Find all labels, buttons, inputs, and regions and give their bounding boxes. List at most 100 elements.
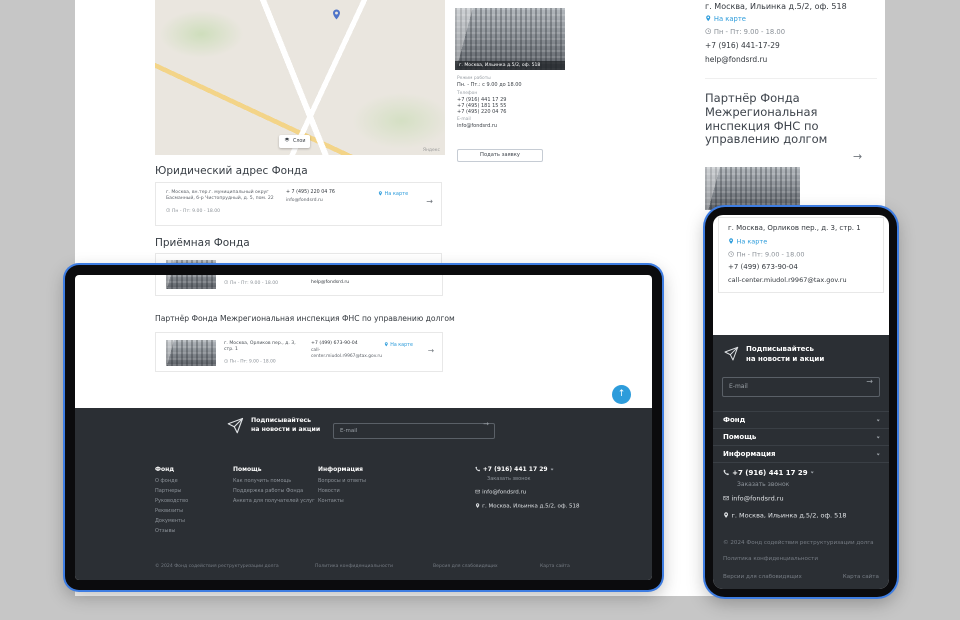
t-partner-map-link-label: На карте <box>390 343 413 348</box>
mcol-hours-row: Пн - Пт: 9.00 - 18.00 <box>705 28 785 36</box>
p-copyright: © 2024 Фонд содействия реструктуризации … <box>723 540 874 547</box>
t-footer-link[interactable]: Партнеры <box>155 488 188 494</box>
t-call-request-link[interactable]: Заказать звонок <box>487 476 580 482</box>
t-subscribe-submit-arrow[interactable]: → <box>483 420 489 428</box>
p-accordion-item-info[interactable]: Информация <box>713 446 889 463</box>
t-footer-link[interactable]: Руководство <box>155 498 188 504</box>
p-partner-phone[interactable]: +7 (499) 673-90-04 <box>728 263 798 271</box>
t-footer-email-row[interactable]: info@fondsrd.ru <box>475 489 580 496</box>
t-accessibility-link[interactable]: Версия для слабовидящих <box>433 564 498 570</box>
t-footer-link[interactable]: Анкета для получателей услуг <box>233 498 315 504</box>
t-reception-card: Пн - Пт: 9.00 - 18.00 help@fondsrd.ru <box>155 275 443 296</box>
tablet-screen: Пн - Пт: 9.00 - 18.00 help@fondsrd.ru Па… <box>75 275 652 580</box>
t-footer-link[interactable]: Отзывы <box>155 528 188 534</box>
p-privacy-link[interactable]: Политика конфиденциальности <box>723 556 818 563</box>
t-email-input[interactable] <box>333 423 495 439</box>
t-partner-email-line2[interactable]: center.miudol.r9967@tax.gov.ru <box>311 354 382 359</box>
mcol-map-link[interactable]: На карте <box>705 15 746 23</box>
t-footer-contacts: +7 (916) 441 17 29 Заказать звонок info@… <box>475 466 580 511</box>
t-footer-link[interactable]: Реквизиты <box>155 508 188 514</box>
t-footer-link[interactable]: Документы <box>155 518 188 524</box>
t-partner-email-line1[interactable]: call- <box>311 348 320 353</box>
t-footer-link[interactable]: Вопросы и ответы <box>318 478 366 484</box>
t-subscribe-line2: на новости и акции <box>251 426 320 433</box>
phone-icon <box>475 466 483 473</box>
map-layers-control[interactable]: Слои <box>279 135 310 148</box>
t-partner-card: г. Москва, Орликов пер., д. 3, стр. 1 Пн… <box>155 332 443 372</box>
p-partner-map-link[interactable]: На карте <box>728 238 767 246</box>
t-col-title: Помощь <box>233 466 315 473</box>
p-subscribe-line1: Подписывайтесь <box>746 345 814 353</box>
t-partner-map-link[interactable]: На карте <box>384 342 413 349</box>
p-call-request-link[interactable]: Заказать звонок <box>737 481 789 488</box>
mcol-partner-photo <box>705 167 800 210</box>
t-footer-phone: +7 (916) 441 17 29 <box>483 466 548 473</box>
t-footer-link[interactable]: Поддержка работы Фонда <box>233 488 315 494</box>
apply-button[interactable]: Подать заявку <box>457 149 543 162</box>
map-layers-label: Слои <box>293 139 305 145</box>
legal-hours: Пн - Пт: 9.00 - 18.00 <box>172 209 220 214</box>
pin-icon <box>705 15 714 23</box>
t-reception-thumb <box>166 275 216 289</box>
office-email[interactable]: info@fondsrd.ru <box>457 123 497 129</box>
legal-phone[interactable]: + 7 (495) 220 04 76 <box>286 190 335 196</box>
p-accordion-label: Информация <box>723 450 776 458</box>
legal-address-card: г. Москва, вн.тер.г. муниципальный округ… <box>155 182 442 226</box>
legal-email[interactable]: info@fondsrd.ru <box>286 198 323 204</box>
t-footer-link[interactable]: Контакты <box>318 498 366 504</box>
t-copyright: © 2024 Фонд содействия реструктуризации … <box>155 564 279 570</box>
legal-card-arrow[interactable]: → <box>426 197 433 207</box>
t-partner-phone[interactable]: +7 (499) 673-90-04 <box>311 341 358 347</box>
p-footer-phone: +7 (916) 441 17 29 <box>732 469 808 477</box>
legal-address-line2: Басманный, б-р Чистопрудный, д. 5, пом. … <box>166 196 274 202</box>
p-partner-email[interactable]: call-center.miudol.r9967@tax.gov.ru <box>728 277 847 285</box>
p-email-input[interactable] <box>722 377 880 397</box>
p-accessibility-link[interactable]: Версии для слабовидящих <box>723 574 802 581</box>
t-sitemap-link[interactable]: Карта сайта <box>540 564 570 570</box>
office-phone-3[interactable]: +7 (495) 220 04 76 <box>457 109 506 115</box>
t-footer-address-row: г. Москва, Ильинка д.5/2, оф. 518 <box>475 503 580 510</box>
t-footer-col-info: Информация Вопросы и ответы Новости Конт… <box>318 466 366 504</box>
t-col-title: Информация <box>318 466 366 473</box>
office-hours: Пн. - Пт.: с 9.00 до 18.00 <box>457 82 522 88</box>
p-subscribe-submit-arrow[interactable]: → <box>866 377 873 387</box>
mcol-email[interactable]: help@fondsrd.ru <box>705 55 767 64</box>
t-partner-hours-row: Пн - Пт: 9.00 - 18.00 <box>224 359 276 365</box>
legal-address-line1: г. Москва, вн.тер.г. муниципальный округ <box>166 190 269 196</box>
phone-screen: г. Москва, Орликов пер., д. 3, стр. 1 На… <box>713 215 889 589</box>
t-footer-link[interactable]: О фонде <box>155 478 188 484</box>
legal-map-link[interactable]: На карте <box>378 191 408 197</box>
t-footer-link[interactable]: Новости <box>318 488 366 494</box>
mcol-arrow[interactable]: → <box>853 150 862 163</box>
p-footer-phone-row[interactable]: +7 (916) 441 17 29 <box>723 469 814 477</box>
t-reception-email[interactable]: help@fondsrd.ru <box>311 280 349 286</box>
t-footer-address: г. Москва, Ильинка д.5/2, оф. 518 <box>482 504 579 510</box>
legal-hours-row: Пн - Пт: 9.00 - 18.00 <box>166 208 220 214</box>
p-footer-email-row[interactable]: info@fondsrd.ru <box>723 495 784 503</box>
t-partner-address-line1: г. Москва, Орликов пер., д. 3, <box>224 341 296 347</box>
map-marker-icon[interactable] <box>331 5 342 24</box>
p-accordion-item-help[interactable]: Помощь <box>713 429 889 446</box>
p-partner-card: г. Москва, Орликов пер., д. 3, стр. 1 На… <box>718 217 884 293</box>
p-partner-address: г. Москва, Орликов пер., д. 3, стр. 1 <box>728 224 861 232</box>
t-footer-phone-row[interactable]: +7 (916) 441 17 29 <box>475 466 580 473</box>
t-privacy-link[interactable]: Политика конфиденциальности <box>315 564 393 570</box>
mcol-phone[interactable]: +7 (916) 441-17-29 <box>705 41 780 50</box>
reception-heading: Приёмная Фонда <box>155 237 250 250</box>
p-accordion-item-fond[interactable]: Фонд <box>713 412 889 429</box>
map-attribution: Яндекс <box>423 148 440 153</box>
p-sitemap-link[interactable]: Карта сайта <box>843 574 879 581</box>
p-footer: Подписывайтесь на новости и акции → Фонд… <box>713 335 889 589</box>
t-footer-col-help: Помощь Как получить помощь Поддержка раб… <box>233 466 315 504</box>
map[interactable]: Слои Яндекс <box>155 0 445 155</box>
t-footer-link[interactable]: Как получить помощь <box>233 478 315 484</box>
office-hours-label: Режим работы <box>457 76 491 81</box>
t-partner-hours: Пн - Пт: 9.00 - 18.00 <box>230 360 276 365</box>
office-contact-card: г. Москва, Ильинка д.5/2, оф. 518 Режим … <box>455 8 565 168</box>
scroll-to-top-button[interactable]: ↑ <box>612 385 631 404</box>
mcol-partner-heading: Партнёр Фонда Межрегиональная инспекция … <box>705 92 880 147</box>
p-accordion: Фонд Помощь Информация <box>713 411 889 463</box>
legal-map-link-label: На карте <box>385 191 409 197</box>
p-subscribe-form: → <box>722 373 880 393</box>
t-partner-card-arrow[interactable]: → <box>428 346 434 355</box>
